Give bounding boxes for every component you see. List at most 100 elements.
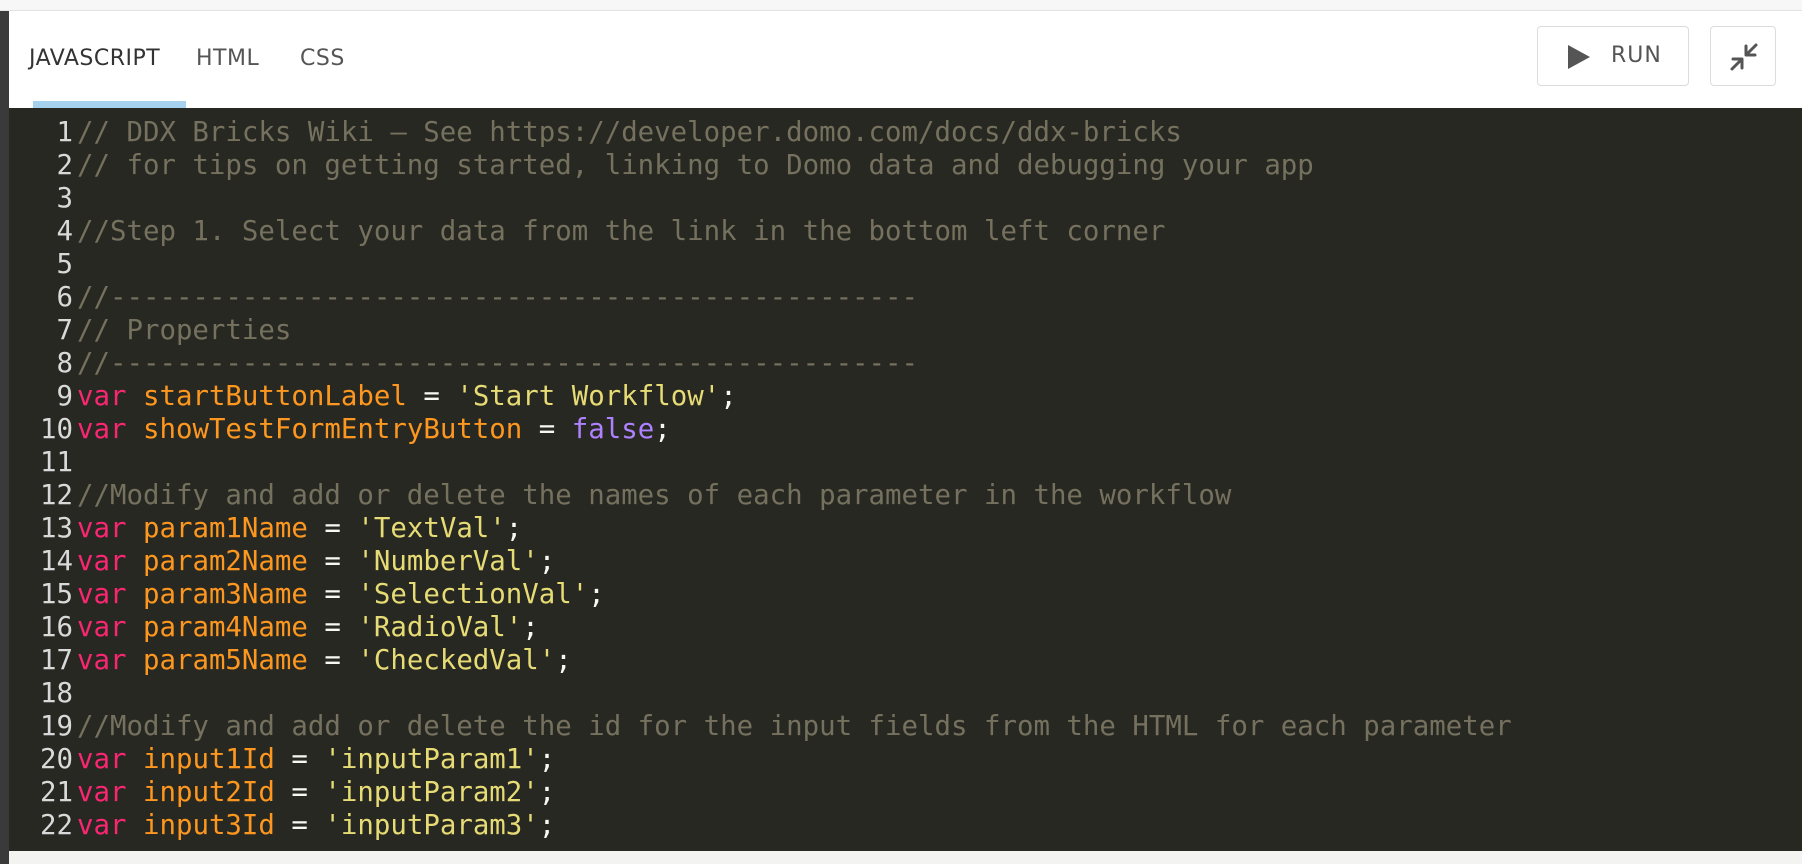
line-number: 3 <box>56 183 74 214</box>
code-line: 3 <box>9 182 1802 215</box>
tab-html[interactable]: HTML <box>196 46 259 71</box>
code-token-plain: ; <box>555 645 572 676</box>
line-number: 10 <box>40 414 73 445</box>
code-line: 14 var param2Name = 'NumberVal'; <box>9 545 1802 578</box>
code-text: //--------------------------------------… <box>77 347 918 380</box>
bottom-strip <box>9 851 1802 864</box>
line-number: 20 <box>40 744 73 775</box>
code-token-comment: //Modify and add or delete the id for th… <box>77 711 1512 742</box>
code-token-plain: ; <box>538 744 556 775</box>
code-text: var param2Name = 'NumberVal'; <box>77 545 555 578</box>
line-number: 9 <box>56 381 74 412</box>
code-token-var: input2Id <box>142 777 275 808</box>
run-button-label: RUN <box>1611 43 1662 68</box>
play-icon <box>1568 45 1590 69</box>
line-number: 13 <box>40 513 73 544</box>
code-token-string: 'Start Workflow' <box>456 381 721 412</box>
code-token-string: 'SelectionVal' <box>357 579 589 610</box>
code-token-plain: ; <box>654 414 671 445</box>
code-line: 6//-------------------------------------… <box>9 281 1802 314</box>
code-token-plain: ; <box>505 513 523 544</box>
code-text: // DDX Bricks Wiki – See https://develop… <box>77 116 1182 149</box>
code-editor[interactable]: 1// DDX Bricks Wiki – See https://develo… <box>9 108 1802 851</box>
code-token-keyword: var <box>77 414 127 445</box>
line-number: 2 <box>56 150 74 181</box>
code-line: 12//Modify and add or delete the names o… <box>9 479 1802 512</box>
code-text: // Properties <box>77 314 291 347</box>
collapse-arrows-icon <box>1730 43 1758 71</box>
code-token-plain: = <box>274 777 325 808</box>
left-edge <box>0 11 9 864</box>
code-token-bool: false <box>571 414 655 445</box>
code-token-keyword: var <box>77 546 127 577</box>
code-token-plain: ; <box>538 810 556 841</box>
code-token-keyword: var <box>77 744 127 775</box>
code-token-var: startButtonLabel <box>142 381 407 412</box>
code-text: // for tips on getting started, linking … <box>77 149 1314 182</box>
code-token-plain: = <box>307 645 358 676</box>
line-number: 18 <box>40 678 73 709</box>
code-token-keyword: var <box>77 612 127 643</box>
code-token-var: input1Id <box>142 744 275 775</box>
code-line: 4//Step 1. Select your data from the lin… <box>9 215 1802 248</box>
code-line: 7// Properties <box>9 314 1802 347</box>
line-number: 5 <box>56 249 74 280</box>
code-lines: 1// DDX Bricks Wiki – See https://develo… <box>9 116 1802 842</box>
run-button[interactable]: RUN <box>1537 26 1689 86</box>
line-number: 14 <box>40 546 73 577</box>
code-line: 9 var startButtonLabel = 'Start Workflow'… <box>9 380 1802 413</box>
code-line: 20 var input1Id = 'inputParam1'; <box>9 743 1802 776</box>
code-token-comment: //Modify and add or delete the names of … <box>77 480 1232 511</box>
code-token-plain: ; <box>538 777 556 808</box>
code-token-keyword: var <box>77 810 127 841</box>
code-line: 21 var input2Id = 'inputParam2'; <box>9 776 1802 809</box>
code-token-var: showTestFormEntryButton <box>142 414 523 445</box>
tab-javascript[interactable]: JAVASCRIPT <box>29 46 160 71</box>
code-text: //Modify and add or delete the id for th… <box>77 710 1512 743</box>
code-token-var: param2Name <box>142 546 308 577</box>
code-token-plain: ; <box>588 579 605 610</box>
code-token-string: 'TextVal' <box>357 513 506 544</box>
top-strip <box>0 0 1802 11</box>
line-number: 12 <box>40 480 73 511</box>
code-line: 19//Modify and add or delete the id for … <box>9 710 1802 743</box>
code-token-string: 'inputParam3' <box>324 810 539 841</box>
code-token-comment: // for tips on getting started, linking … <box>77 150 1314 181</box>
code-token-keyword: var <box>77 645 127 676</box>
line-number: 8 <box>56 348 74 379</box>
line-number: 1 <box>56 117 74 148</box>
code-line: 18 <box>9 677 1802 710</box>
collapse-editor-button[interactable] <box>1710 26 1776 86</box>
tab-css[interactable]: CSS <box>300 46 345 71</box>
code-token-var: param4Name <box>142 612 308 643</box>
code-token-comment: //--------------------------------------… <box>77 282 919 313</box>
code-text: var input3Id = 'inputParam3'; <box>77 809 555 842</box>
code-token-plain: ; <box>720 381 737 412</box>
active-tab-indicator <box>33 101 186 108</box>
code-line: 13 var param1Name = 'TextVal'; <box>9 512 1802 545</box>
code-token-var: param3Name <box>142 579 308 610</box>
code-token-comment: //--------------------------------------… <box>77 348 919 379</box>
code-text: var param4Name = 'RadioVal'; <box>77 611 539 644</box>
code-text: var showTestFormEntryButton = false; <box>77 413 671 446</box>
code-token-string: 'inputParam1' <box>324 744 539 775</box>
code-line: 5 <box>9 248 1802 281</box>
code-text: var param1Name = 'TextVal'; <box>77 512 522 545</box>
code-line: 2// for tips on getting started, linking… <box>9 149 1802 182</box>
code-token-string: 'CheckedVal' <box>357 645 556 676</box>
line-number: 19 <box>40 711 73 742</box>
code-line: 22 var input3Id = 'inputParam3'; <box>9 809 1802 842</box>
code-token-var: param1Name <box>142 513 308 544</box>
code-text: var input2Id = 'inputParam2'; <box>77 776 555 809</box>
code-text: //Modify and add or delete the names of … <box>77 479 1231 512</box>
code-token-plain: = <box>406 381 457 412</box>
code-token-keyword: var <box>77 777 127 808</box>
code-token-comment: //Step 1. Select your data from the link… <box>77 216 1166 247</box>
